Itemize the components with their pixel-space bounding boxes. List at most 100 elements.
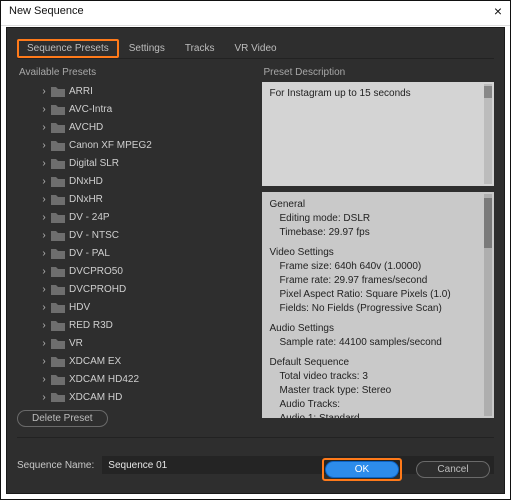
chevron-right-icon[interactable]: › xyxy=(39,302,49,313)
titlebar: New Sequence × xyxy=(1,1,510,26)
default-sequence-header: Default Sequence xyxy=(270,356,487,370)
folder-icon xyxy=(51,284,65,295)
scroll-thumb[interactable] xyxy=(484,86,492,98)
preset-description-text: For Instagram up to 15 seconds xyxy=(270,88,411,99)
preset-label: VR xyxy=(69,338,83,349)
preset-label: DNxHD xyxy=(69,176,103,187)
preset-folder-digital-slr[interactable]: ›Digital SLR xyxy=(17,154,250,172)
preset-folder-xdcam-ex[interactable]: › XDCAM EX xyxy=(17,352,250,370)
folder-icon xyxy=(51,140,65,151)
chevron-right-icon[interactable]: › xyxy=(39,284,49,295)
preset-folder-vr[interactable]: › VR xyxy=(17,334,250,352)
new-sequence-dialog: New Sequence × Sequence PresetsSettingsT… xyxy=(0,0,511,500)
ok-button[interactable]: OK xyxy=(325,461,399,478)
chevron-right-icon[interactable]: › xyxy=(39,374,49,385)
folder-icon xyxy=(51,194,65,205)
timebase-value: Timebase: 29.97 fps xyxy=(270,226,487,240)
preset-label: Canon XF MPEG2 xyxy=(69,140,152,151)
video-tracks-value: Total video tracks: 3 xyxy=(270,370,487,384)
divider xyxy=(17,437,494,438)
preset-label: AVC-Intra xyxy=(69,104,112,115)
frame-size-value: Frame size: 640h 640v (1.0000) xyxy=(270,260,487,274)
preset-folder-arri[interactable]: › ARRI xyxy=(17,82,250,100)
preset-folder-dvcpro50[interactable]: › DVCPRO50 xyxy=(17,262,250,280)
preset-folder-dnxhd[interactable]: › DNxHD xyxy=(17,172,250,190)
preset-label: DVCPROHD xyxy=(69,284,126,295)
preset-folder-dnxhr[interactable]: › DNxHR xyxy=(17,190,250,208)
preset-label: ARRI xyxy=(69,86,93,97)
video-settings-header: Video Settings xyxy=(270,246,487,260)
preset-folder-avchd[interactable]: › AVCHD xyxy=(17,118,250,136)
folder-icon xyxy=(51,302,65,313)
preset-folder-red-r3d[interactable]: › RED R3D xyxy=(17,316,250,334)
chevron-right-icon[interactable]: › xyxy=(39,230,49,241)
preset-tree[interactable]: › ARRI › AVC-Intra › AVCHD › Canon XF MPEG2 ›Dig… xyxy=(17,82,250,402)
preset-label: XDCAM EX xyxy=(69,356,121,367)
preset-label: RED R3D xyxy=(69,320,113,331)
chevron-right-icon[interactable]: › xyxy=(39,104,49,115)
folder-icon xyxy=(51,122,65,133)
chevron-right-icon[interactable]: › xyxy=(39,356,49,367)
preset-folder-xdcam-hd422[interactable]: › XDCAM HD422 xyxy=(17,370,250,388)
preset-label: HDV xyxy=(69,302,90,313)
preset-label: XDCAM HD422 xyxy=(69,374,139,385)
chevron-right-icon[interactable]: › xyxy=(39,392,49,403)
preset-folder-avc-intra[interactable]: › AVC-Intra xyxy=(17,100,250,118)
close-icon[interactable]: × xyxy=(494,3,502,19)
folder-icon xyxy=(51,320,65,331)
preset-label: DV - 24P xyxy=(69,212,110,223)
preset-folder-dv-24p[interactable]: › DV - 24P xyxy=(17,208,250,226)
chevron-right-icon[interactable]: › xyxy=(39,212,49,223)
chevron-right-icon[interactable]: › xyxy=(39,338,49,349)
description-column: Preset Description For Instagram up to 1… xyxy=(262,65,495,427)
chevron-right-icon[interactable]: › xyxy=(39,158,49,169)
editing-mode-value: Editing mode: DSLR xyxy=(270,212,487,226)
preset-folder-dv-pal[interactable]: ›DV - PAL xyxy=(17,244,250,262)
chevron-right-icon[interactable]: › xyxy=(39,320,49,331)
folder-icon xyxy=(51,104,65,115)
fields-value: Fields: No Fields (Progressive Scan) xyxy=(270,302,487,316)
scroll-thumb[interactable] xyxy=(484,198,492,248)
frame-rate-value: Frame rate: 29.97 frames/second xyxy=(270,274,487,288)
tab-tracks[interactable]: Tracks xyxy=(175,39,225,58)
available-presets-label: Available Presets xyxy=(19,67,248,78)
scrollbar[interactable] xyxy=(484,84,492,184)
tab-settings[interactable]: Settings xyxy=(119,39,175,58)
preset-label: DNxHR xyxy=(69,194,103,205)
folder-icon xyxy=(51,86,65,97)
tab-bar: Sequence PresetsSettingsTracksVR Video xyxy=(17,34,494,59)
delete-preset-button[interactable]: Delete Preset xyxy=(17,410,108,427)
chevron-right-icon[interactable]: › xyxy=(39,122,49,133)
preset-description-label: Preset Description xyxy=(264,67,493,78)
preset-label: AVCHD xyxy=(69,122,103,133)
chevron-right-icon[interactable]: › xyxy=(39,248,49,259)
master-track-value: Master track type: Stereo xyxy=(270,384,487,398)
chevron-right-icon[interactable]: › xyxy=(39,266,49,277)
tab-sequence-presets[interactable]: Sequence Presets xyxy=(17,39,119,58)
presets-column: Available Presets ›ARRI›AVC-Intra›AVCHD›… xyxy=(17,65,250,427)
pixel-aspect-value: Pixel Aspect Ratio: Square Pixels (1.0) xyxy=(270,288,487,302)
folder-icon xyxy=(51,374,65,385)
folder-icon xyxy=(51,338,65,349)
folder-icon xyxy=(51,392,65,403)
chevron-right-icon[interactable]: › xyxy=(39,176,49,187)
preset-description-box: For Instagram up to 15 seconds xyxy=(262,82,495,186)
folder-icon xyxy=(51,158,65,169)
preset-label: DVCPRO50 xyxy=(69,266,123,277)
tab-vr-video[interactable]: VR Video xyxy=(225,39,287,58)
preset-folder-dv-ntsc[interactable]: ›DV - NTSC xyxy=(17,226,250,244)
preset-folder-dvcprohd[interactable]: › DVCPROHD xyxy=(17,280,250,298)
cancel-button[interactable]: Cancel xyxy=(416,461,490,478)
preset-details-box: General Editing mode: DSLR Timebase: 29.… xyxy=(262,192,495,418)
audio-settings-header: Audio Settings xyxy=(270,322,487,336)
preset-folder-hdv[interactable]: › HDV xyxy=(17,298,250,316)
chevron-right-icon[interactable]: › xyxy=(39,86,49,97)
preset-folder-xdcam-hd[interactable]: › XDCAM HD xyxy=(17,388,250,402)
window-title: New Sequence xyxy=(9,5,84,17)
sequence-name-label: Sequence Name: xyxy=(17,460,94,471)
chevron-right-icon[interactable]: › xyxy=(39,140,49,151)
audio-tracks-header: Audio Tracks: xyxy=(270,398,487,412)
preset-label: XDCAM HD xyxy=(69,392,122,403)
chevron-right-icon[interactable]: › xyxy=(39,194,49,205)
preset-folder-canon-xf-mpeg2[interactable]: › Canon XF MPEG2 xyxy=(17,136,250,154)
